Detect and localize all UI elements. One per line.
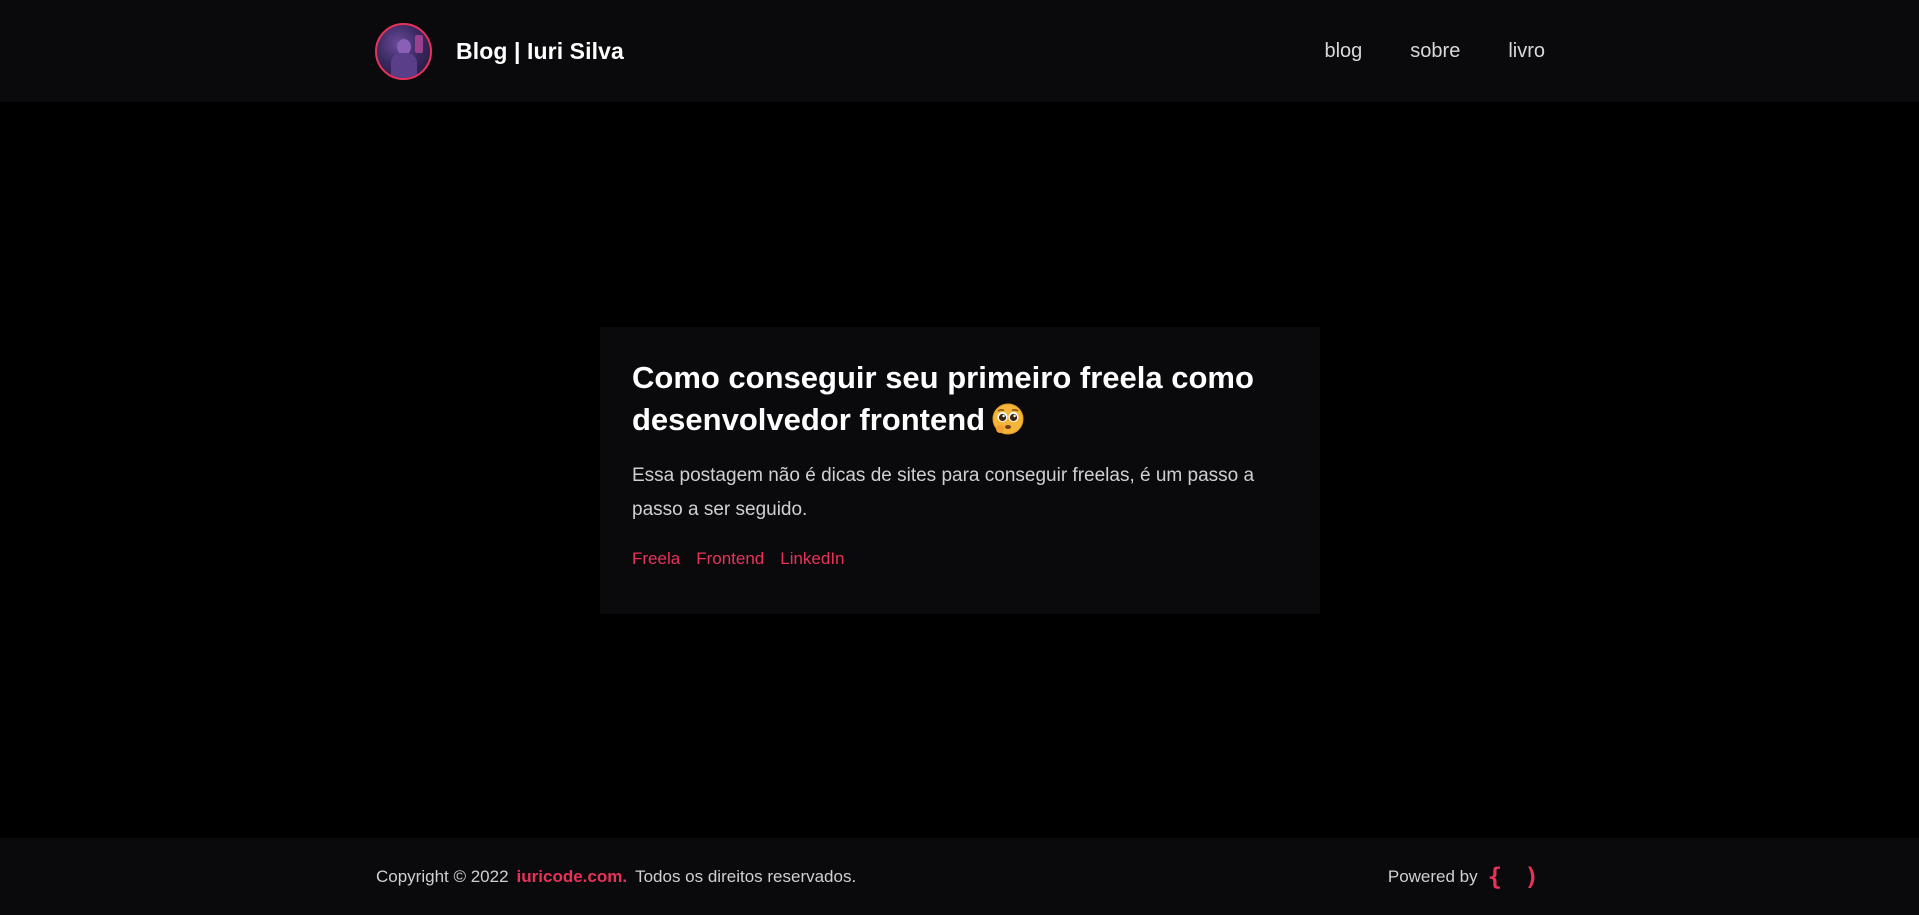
copyright-text: Copyright © 2022 (376, 866, 509, 886)
avatar (375, 22, 432, 80)
main-nav: blog sobre livro (1324, 40, 1545, 63)
post-description: Essa postagem não é dicas de sites para … (632, 465, 1255, 520)
powered-by: Powered by { ) (1388, 863, 1543, 891)
post-tags: Freela Frontend LinkedIn (632, 549, 1288, 569)
tag-link[interactable]: Frontend (696, 549, 764, 569)
nav-link-blog[interactable]: blog (1324, 40, 1362, 63)
brand-title: Blog | Iuri Silva (456, 37, 624, 64)
nav-link-sobre[interactable]: sobre (1410, 40, 1460, 63)
avatar-light (415, 34, 423, 53)
post-title-text: Como conseguir seu primeiro freela como … (632, 360, 1254, 437)
site-footer: Copyright © 2022 iuricode.com. Todos os di… (0, 838, 1919, 915)
header-container: Blog | Iuri Silva blog sobre livro (375, 0, 1545, 102)
site-header: Blog | Iuri Silva blog sobre livro (0, 0, 1919, 102)
tag-link[interactable]: Freela (632, 549, 680, 569)
nav-link-livro[interactable]: livro (1508, 40, 1545, 63)
brand-link[interactable]: Blog | Iuri Silva (375, 22, 624, 80)
post-title[interactable]: Como conseguir seu primeiro freela como … (632, 357, 1288, 441)
rights-text: Todos os direitos reservados. (635, 866, 857, 886)
site-link[interactable]: iuricode.com. (517, 867, 628, 886)
post-card[interactable]: Como conseguir seu primeiro freela como … (600, 327, 1320, 614)
tag-link[interactable]: LinkedIn (780, 549, 844, 569)
footer-copyright: Copyright © 2022 iuricode.com. Todos os di… (376, 867, 856, 887)
avatar-figure-body (391, 52, 417, 78)
pleading-face-emoji-icon (992, 403, 1024, 435)
powered-by-label: Powered by (1387, 866, 1478, 886)
footer-container: Copyright © 2022 iuricode.com. Todos os di… (376, 838, 1543, 915)
braces-logo-icon[interactable]: { ) (1488, 863, 1543, 891)
